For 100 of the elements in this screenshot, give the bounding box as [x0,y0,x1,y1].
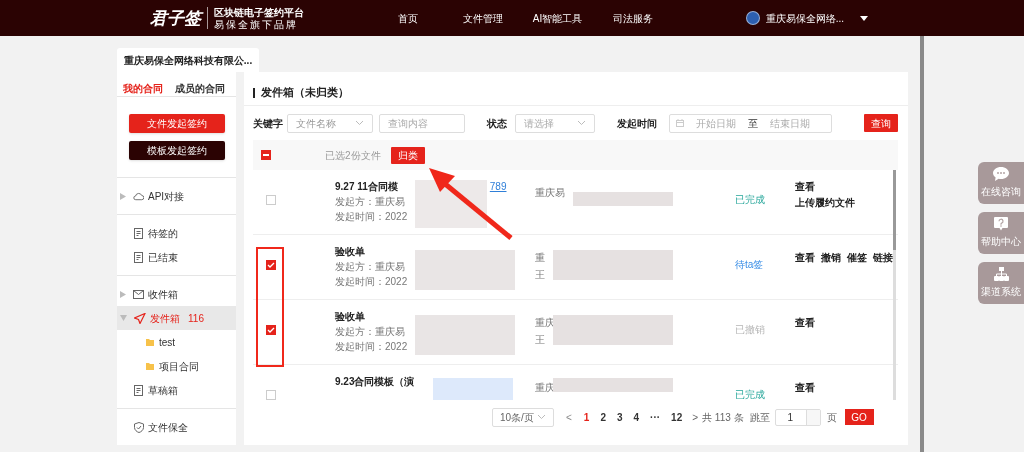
collapsed-arrow-icon[interactable] [120,192,126,200]
folder-icon [146,362,154,370]
status-text: 已撤销 [735,324,765,335]
search-field[interactable]: 查询内容 [379,113,465,133]
nav-link[interactable]: 首页 [370,10,445,26]
action-link[interactable]: 查看 [795,251,815,265]
document-title[interactable]: 验收单 [335,245,365,259]
party-name: 王 [535,268,545,282]
brand-subtagline: 易保全旗下品牌 [214,18,299,30]
nav-link[interactable]: 司法服务 [595,10,670,26]
action-link[interactable]: 查看 [795,180,855,194]
chevron-down-icon [537,414,546,420]
action-link[interactable]: 链接 [873,251,893,265]
caret-icon[interactable] [860,15,868,21]
page-size-select[interactable]: 10条/页 [492,407,554,427]
start-signing-button[interactable]: 模板发起签约 [128,141,225,160]
page-unit: 页 [826,410,837,425]
cloud-icon [133,191,144,201]
folder-item[interactable]: 项目合同 [117,354,236,378]
panel-title: 发件箱（未归类） [261,85,349,101]
previous-page-button[interactable]: < [566,409,572,425]
jump-label: 跳至 [749,410,770,425]
brand-tagline: 区块链电子签约平台 [214,6,304,19]
status-text: 已完成 [735,194,765,205]
page-number-field[interactable]: 1 [774,408,821,426]
document-icon [134,384,144,396]
search-button[interactable]: 查询 [864,114,898,132]
initiator-text: 发起方：重庆易 [335,195,405,209]
page-number[interactable]: 2 [600,409,606,425]
document-icon [134,227,144,239]
go-button[interactable]: GO [844,409,874,425]
checkbox[interactable] [266,195,276,205]
initiator-text: 发起方：重庆易 [335,325,405,339]
user-name[interactable]: 重庆易保全网络... [765,10,844,26]
party-name: 王 [535,333,545,347]
folder-icon [146,338,154,346]
count: 116 [188,311,204,326]
initiated-time: 发起时间：2022 [335,210,408,224]
selection-summary: 已选2份文件 [325,148,381,163]
sidebar-item[interactable]: 文件保全 [117,415,236,439]
sidebar-item[interactable]: 发件箱 116 [117,306,236,330]
sidebar-tab[interactable]: 我的合同 [123,80,163,96]
folder-item[interactable]: test [117,330,236,354]
avatar[interactable] [745,11,760,25]
page-number[interactable]: 3 [616,409,623,425]
document-title[interactable]: 9.27 11合同模 [335,180,398,194]
sidebar-tab[interactable]: 成员的合同 [175,80,225,96]
sidebar-item[interactable]: 草稿箱 [117,378,236,402]
checkbox[interactable] [266,390,276,400]
next-page-button[interactable]: > [692,409,699,425]
help-icon [994,217,1008,231]
classify-button[interactable]: 归类 [390,146,425,164]
initiated-time: 发起时间：2022 [335,340,408,354]
document-link[interactable]: 789 [489,180,507,194]
scrollbar[interactable] [893,170,896,400]
document-title[interactable]: 验收单 [335,310,365,324]
checkbox[interactable] [266,325,276,335]
total-count: 共 113 条 [702,410,744,425]
start-signing-button[interactable]: 文件发起签约 [128,114,225,133]
initiated-time: 发起时间：2022 [335,275,408,289]
filter-label: 发起时间 [617,116,658,131]
sidebar-item[interactable]: API对接 [117,184,236,208]
chevron-down-icon [355,120,364,126]
shield-icon [134,421,144,433]
party-name: 重 [535,251,545,265]
checkbox[interactable] [261,150,271,160]
mail-icon [133,289,144,299]
action-link[interactable]: 查看 [795,381,815,395]
send-icon [134,312,146,324]
chevron-down-icon [577,120,586,126]
initiator-text: 发起方：重庆易 [335,260,405,274]
party-name: 重庆 [535,316,555,330]
action-link[interactable]: 催签 [847,251,867,265]
collapsed-arrow-icon[interactable] [120,290,126,298]
page-number[interactable]: ··· [650,409,661,425]
sidebar-item[interactable]: 收件箱 [117,282,236,306]
sidebar-item[interactable]: 待签的 [117,221,236,245]
sidebar-item[interactable]: 已结束 [117,245,236,269]
checkbox[interactable] [266,260,276,270]
action-link[interactable]: 查看 [795,316,815,330]
date-range-field[interactable]: 开始日期 至 结束日期 [669,113,832,133]
action-link[interactable]: 撤销 [821,251,841,265]
page-number[interactable]: 12 [671,409,683,425]
party-name: 重庆 [535,381,555,395]
nav-link[interactable]: 文件管理 [445,10,520,26]
document-title[interactable]: 9.23合同模板（演 [335,375,415,389]
status-text: 已完成 [735,389,765,400]
company-tab[interactable]: 重庆易保全网络科技有限公... [117,48,259,72]
nav-link[interactable]: AI智能工具 [520,10,595,26]
hierarchy-icon [993,267,1009,281]
expanded-arrow-icon[interactable] [120,315,127,321]
filter-label: 关键字 [253,116,284,131]
action-link[interactable]: 上传履约文件 [795,196,855,210]
chat-bubble-icon [993,167,1009,181]
page-number[interactable]: 4 [633,409,640,425]
calendar-icon [676,119,684,127]
party-name: 重庆易 [535,186,565,200]
status-text: 待ta签 [735,259,764,270]
filter-label: 状态 [487,116,508,131]
page-number[interactable]: 1 [583,409,590,425]
